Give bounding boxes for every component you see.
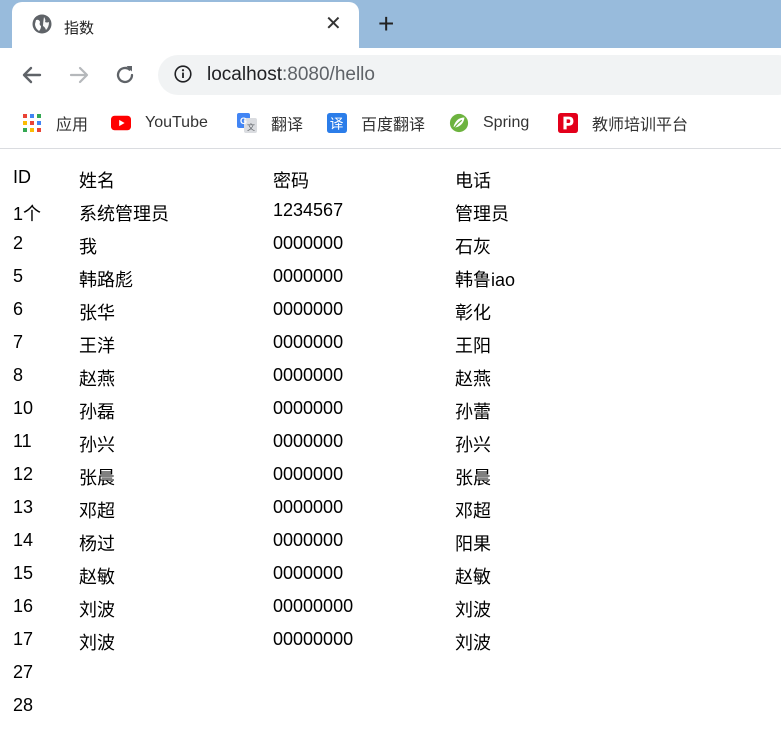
baidu-translate-icon: 译 <box>327 113 347 133</box>
url-host: localhost <box>207 64 282 85</box>
tab-strip: 指数 ✕ + <box>0 0 781 48</box>
forward-arrow-icon[interactable] <box>66 62 92 88</box>
bookmark-translate[interactable]: G文 翻译 <box>237 112 303 134</box>
active-tab[interactable]: 指数 ✕ <box>12 2 359 48</box>
p-logo-icon <box>558 113 578 133</box>
svg-text:文: 文 <box>247 122 255 132</box>
bookmark-label: 翻译 <box>271 117 304 134</box>
globe-icon <box>32 14 52 34</box>
bookmark-teacher-training[interactable]: 教师培训平台 <box>558 112 688 134</box>
bookmark-label: 应用 <box>56 117 89 134</box>
table-row: 12 张晨 0000000 张晨 <box>0 446 781 488</box>
table-row: 15 赵敏 0000000 赵敏 <box>0 545 781 587</box>
table-row: 17 刘波 00000000 刘波 <box>0 611 781 653</box>
bookmark-apps[interactable]: 应用 <box>22 112 88 134</box>
bookmark-spring[interactable]: Spring <box>449 112 529 134</box>
new-tab-plus-icon[interactable]: + <box>378 10 394 38</box>
table-row: 7 王洋 0000000 王阳 <box>0 314 781 356</box>
table-row: 1个 系统管理员 1234567 管理员 <box>0 182 781 224</box>
spring-leaf-icon <box>449 113 469 133</box>
tab-title: 指数 <box>64 20 95 37</box>
table-row: 13 邓超 0000000 邓超 <box>0 479 781 521</box>
table-header-row: ID 姓名 密码 电话 <box>0 149 781 191</box>
bookmark-baidu-translate[interactable]: 译 百度翻译 <box>327 112 425 134</box>
bookmark-label: Spring <box>483 114 530 131</box>
address-bar[interactable]: localhost:8080/hello <box>158 55 781 95</box>
svg-text:G: G <box>240 116 247 126</box>
bookmark-label: YouTube <box>145 114 208 131</box>
table-row: 2 我 0000000 石灰 <box>0 215 781 257</box>
bookmark-youtube[interactable]: YouTube <box>111 112 208 134</box>
browser-toolbar: localhost:8080/hello <box>0 48 781 102</box>
info-icon[interactable] <box>174 65 192 83</box>
apps-grid-icon <box>22 113 42 133</box>
svg-text:译: 译 <box>330 116 344 132</box>
reload-icon[interactable] <box>112 62 138 88</box>
cell-id: 28 <box>13 695 34 715</box>
google-translate-icon: G文 <box>237 113 257 133</box>
table-row: 10 孙磊 0000000 孙蕾 <box>0 380 781 422</box>
table-row: 14 杨过 0000000 阳果 <box>0 512 781 554</box>
table-row: 27 <box>0 644 781 682</box>
back-arrow-icon[interactable] <box>19 62 45 88</box>
table-row: 8 赵燕 0000000 赵燕 <box>0 347 781 389</box>
table-row: 16 刘波 00000000 刘波 <box>0 578 781 620</box>
table-row: 5 韩路彪 0000000 韩鲁iao <box>0 248 781 290</box>
table-row: 11 孙兴 0000000 孙兴 <box>0 413 781 455</box>
table-row: 6 张华 0000000 彰化 <box>0 281 781 323</box>
table-row: 28 <box>0 677 781 715</box>
bookmarks-bar: 应用 YouTube G文 翻译 译 百度翻译 Spring 教师培训平台 <box>0 102 781 149</box>
url-path: :8080/hello <box>282 64 375 85</box>
youtube-icon <box>111 113 131 133</box>
url-text[interactable]: localhost:8080/hello <box>207 64 375 86</box>
bookmark-label: 教师培训平台 <box>592 117 689 134</box>
close-icon[interactable]: ✕ <box>325 13 342 35</box>
bookmark-label: 百度翻译 <box>361 117 426 134</box>
